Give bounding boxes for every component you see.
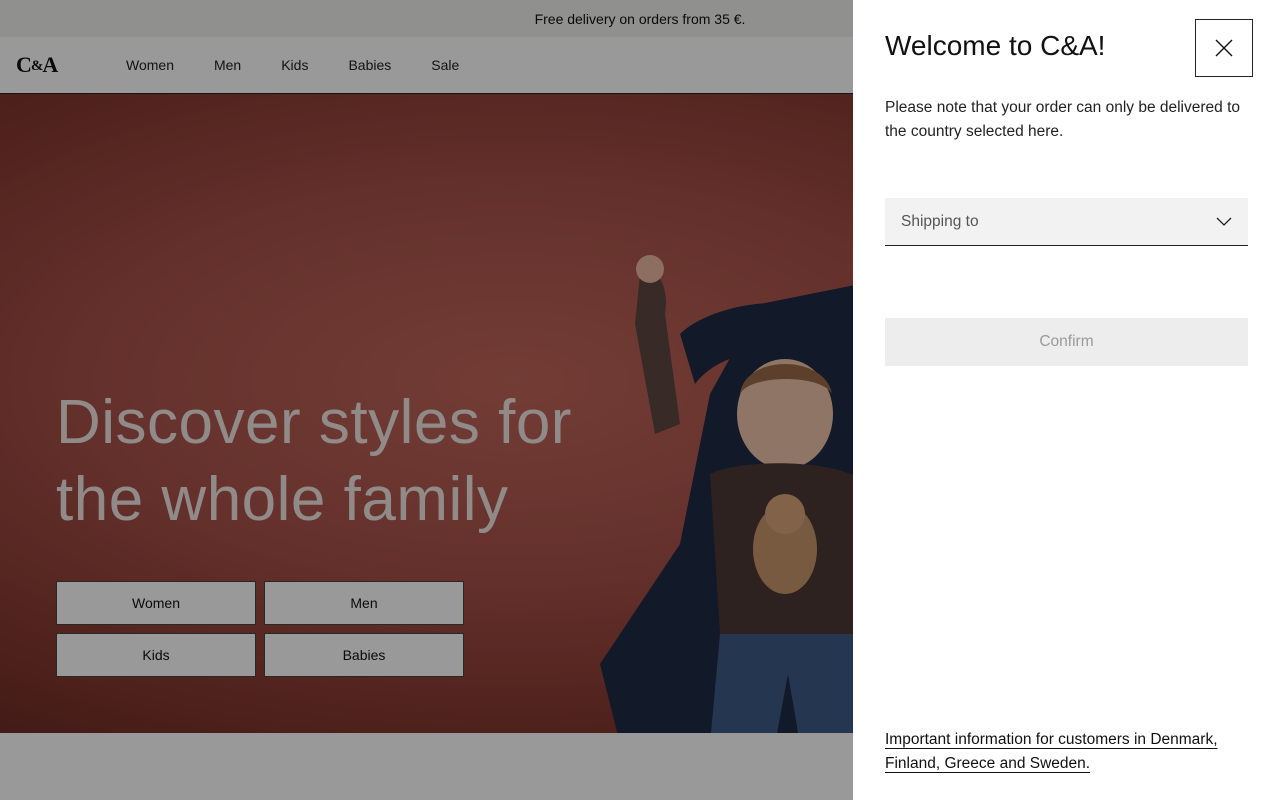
chevron-down-icon (1216, 217, 1232, 226)
drawer-title: Welcome to C&A! (885, 30, 1106, 61)
country-selector-drawer: Welcome to C&A! Please note that your or… (853, 0, 1280, 800)
customer-info-link-text: Important information for customers in D… (885, 731, 1218, 772)
shipping-country-select[interactable]: Shipping to (885, 198, 1248, 246)
shipping-select-label: Shipping to (901, 212, 979, 230)
customer-info-link[interactable]: Important information for customers in D… (885, 728, 1245, 776)
confirm-button[interactable]: Confirm (885, 318, 1248, 366)
delivery-note: Please note that your order can only be … (885, 99, 1241, 140)
close-button[interactable] (1195, 19, 1253, 77)
close-icon (1215, 39, 1233, 57)
